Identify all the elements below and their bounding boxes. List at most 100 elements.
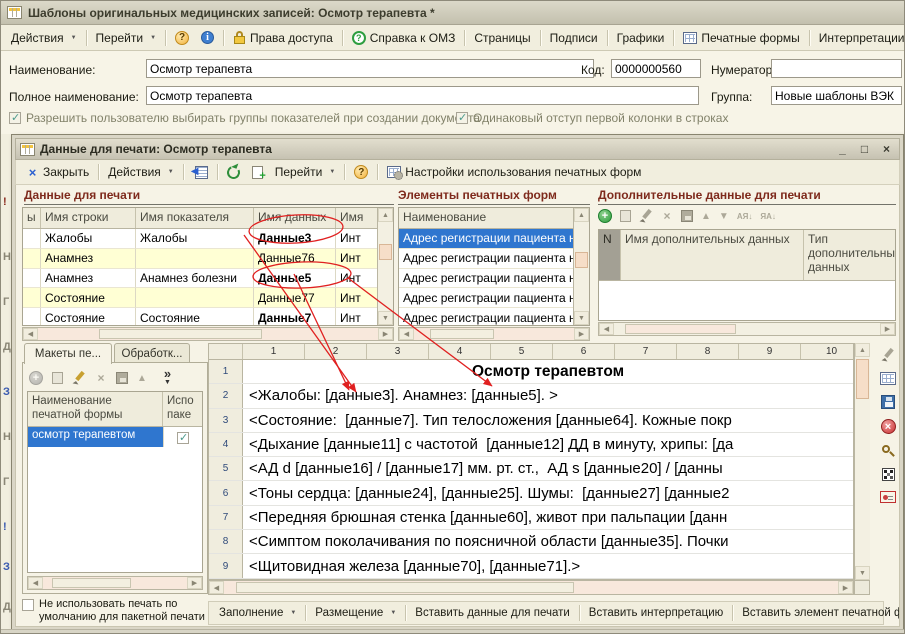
close-icon[interactable]: × bbox=[878, 142, 895, 156]
search-icon[interactable] bbox=[881, 444, 895, 458]
editor-column-header[interactable]: 10 bbox=[801, 344, 854, 359]
tab-processing[interactable]: Обработк... bbox=[114, 343, 190, 363]
cancel-icon[interactable] bbox=[881, 419, 896, 434]
go-menu-button[interactable]: Перейти bbox=[90, 29, 163, 47]
editor-row[interactable]: 9<Щитовидная железа [данные70], [данные7… bbox=[209, 554, 853, 578]
scroll-left-icon[interactable]: ◀ bbox=[23, 328, 38, 340]
charts-button[interactable]: Графики bbox=[611, 29, 671, 47]
scroll-up-icon[interactable]: ▲ bbox=[574, 208, 589, 222]
print-forms-button[interactable]: Печатные формы bbox=[677, 29, 805, 47]
table-row[interactable]: ЖалобыЖалобыДанные3Инт bbox=[23, 229, 393, 249]
access-rights-button[interactable]: Права доступа bbox=[227, 29, 339, 47]
name-input[interactable] bbox=[146, 59, 594, 78]
scroll-up-icon[interactable]: ▲ bbox=[378, 208, 393, 222]
add-icon[interactable] bbox=[29, 371, 43, 385]
move-up-icon[interactable]: ▲ bbox=[701, 211, 711, 222]
dialog-go-menu-button[interactable]: Перейти bbox=[269, 163, 342, 181]
editor-row[interactable]: 2<Жалобы: [данные3]. Анамнез: [данные5].… bbox=[209, 384, 853, 408]
scroll-thumb[interactable] bbox=[856, 359, 869, 399]
dialog-help-button[interactable] bbox=[348, 163, 374, 181]
stamp-icon[interactable] bbox=[880, 491, 896, 503]
move-down-icon[interactable]: ▼ bbox=[719, 211, 729, 222]
select-from-list-button[interactable] bbox=[187, 164, 214, 180]
horizontal-scrollbar[interactable]: ◀ ▶ bbox=[27, 576, 203, 590]
insert-form-element-button[interactable]: Вставить элемент печатной формы bbox=[736, 605, 900, 621]
table-row[interactable]: осмотр терапевтом bbox=[28, 427, 202, 447]
code-input[interactable] bbox=[611, 59, 701, 78]
horizontal-scrollbar[interactable]: ◀ ▶ bbox=[208, 580, 854, 595]
vertical-scrollbar[interactable]: ▲ ▼ bbox=[573, 208, 589, 325]
move-up-icon[interactable]: ▲ bbox=[137, 373, 147, 384]
group-input[interactable] bbox=[771, 86, 902, 105]
numerator-input[interactable] bbox=[771, 59, 902, 78]
table-row[interactable]: Адрес регистрации пациента на bbox=[399, 229, 589, 249]
editor-column-header[interactable]: 5 bbox=[491, 344, 553, 359]
scroll-thumb[interactable] bbox=[379, 244, 392, 260]
vertical-scrollbar[interactable]: ▲ ▼ bbox=[854, 343, 870, 580]
omz-help-button[interactable]: Справка к ОМЗ bbox=[346, 29, 462, 47]
editor-column-header[interactable]: 7 bbox=[615, 344, 677, 359]
scroll-left-icon[interactable]: ◀ bbox=[399, 328, 414, 340]
qr-code-icon[interactable] bbox=[882, 468, 895, 481]
edit-pencil-icon[interactable] bbox=[72, 371, 86, 385]
save-icon[interactable] bbox=[681, 210, 693, 222]
save-icon[interactable] bbox=[881, 395, 895, 409]
editor-rows[interactable]: 1Осмотр терапевтом 2<Жалобы: [данные3]. … bbox=[208, 360, 854, 580]
actions-menu-button[interactable]: Действия bbox=[5, 29, 83, 47]
editor-column-header[interactable]: 2 bbox=[305, 344, 367, 359]
delete-icon[interactable]: × bbox=[661, 209, 673, 223]
vertical-scrollbar[interactable]: ▲ ▼ bbox=[377, 208, 393, 325]
sort-descending-icon[interactable]: ЯА↓ bbox=[760, 212, 776, 221]
table-row[interactable]: Адрес регистрации пациента на bbox=[399, 249, 589, 269]
scroll-thumb[interactable] bbox=[236, 582, 574, 593]
tab-layouts[interactable]: Макеты пе... bbox=[24, 343, 112, 364]
scroll-thumb[interactable] bbox=[575, 252, 588, 268]
table-row[interactable]: СостояниеДанные77Инт bbox=[23, 288, 393, 308]
add-document-button[interactable] bbox=[246, 164, 269, 181]
maximize-icon[interactable]: □ bbox=[856, 142, 873, 156]
table-row[interactable]: Адрес регистрации пациента на bbox=[399, 308, 589, 326]
horizontal-scrollbar[interactable]: ◀ ▶ bbox=[398, 327, 590, 341]
table-row[interactable]: Адрес регистрации пациента на bbox=[399, 269, 589, 289]
allow-groups-checkbox[interactable]: Разрешить пользователю выбирать группы п… bbox=[9, 111, 480, 125]
placement-menu-button[interactable]: Размещение bbox=[309, 605, 402, 621]
scroll-right-icon[interactable]: ▶ bbox=[378, 328, 393, 340]
horizontal-scrollbar[interactable]: ◀ ▶ bbox=[598, 322, 896, 336]
insert-print-data-button[interactable]: Вставить данные для печати bbox=[409, 605, 576, 621]
editor-row[interactable]: 4<Дыхание [данные11] с частотой [данные1… bbox=[209, 433, 853, 457]
scroll-thumb[interactable] bbox=[99, 329, 262, 339]
scroll-thumb[interactable] bbox=[52, 578, 131, 588]
copy-icon[interactable] bbox=[620, 210, 631, 222]
table-row[interactable]: СостояниеСостояниеДанные7Инт bbox=[23, 308, 393, 326]
dialog-actions-menu-button[interactable]: Действия bbox=[102, 163, 180, 181]
info-button[interactable] bbox=[195, 29, 220, 46]
scroll-right-icon[interactable]: ▶ bbox=[187, 577, 202, 589]
table-icon[interactable] bbox=[880, 372, 896, 385]
editor-corner-cell[interactable] bbox=[209, 344, 243, 359]
fill-menu-button[interactable]: Заполнение bbox=[213, 605, 302, 621]
table-row[interactable]: Адрес регистрации пациента на bbox=[399, 288, 589, 308]
scroll-left-icon[interactable]: ◀ bbox=[599, 323, 614, 335]
interpretations-button[interactable]: Интерпретации bbox=[813, 29, 905, 47]
scroll-right-icon[interactable]: ▶ bbox=[838, 581, 853, 594]
editor-row[interactable]: 7<Передняя брюшная стенка [данные60], жи… bbox=[209, 506, 853, 530]
scroll-right-icon[interactable]: ▶ bbox=[880, 323, 895, 335]
add-icon[interactable] bbox=[598, 209, 612, 223]
delete-icon[interactable]: × bbox=[95, 371, 107, 385]
refresh-button[interactable] bbox=[221, 164, 246, 181]
save-icon[interactable] bbox=[116, 372, 128, 384]
scroll-down-icon[interactable]: ▼ bbox=[855, 566, 870, 580]
editor-column-header[interactable]: 9 bbox=[739, 344, 801, 359]
scroll-right-icon[interactable]: ▶ bbox=[574, 328, 589, 340]
more-actions-icon[interactable]: »▼ bbox=[164, 369, 171, 387]
print-form-settings-button[interactable]: Настройки использования печатных форм bbox=[381, 163, 647, 181]
copy-icon[interactable] bbox=[52, 372, 63, 384]
editor-column-header[interactable]: 3 bbox=[367, 344, 429, 359]
scroll-down-icon[interactable]: ▼ bbox=[378, 311, 393, 325]
editor-row[interactable]: 5<АД d [данные16] / [данные17] мм. рт. с… bbox=[209, 457, 853, 481]
signatures-button[interactable]: Подписи bbox=[544, 29, 604, 47]
no-default-print-checkbox[interactable]: Не использовать печать по умолчанию для … bbox=[22, 598, 210, 624]
edit-pencil-icon[interactable] bbox=[881, 348, 895, 362]
full-name-input[interactable] bbox=[146, 86, 699, 105]
table-row[interactable]: АнамнезАнамнез болезниДанные5Инт bbox=[23, 269, 393, 289]
